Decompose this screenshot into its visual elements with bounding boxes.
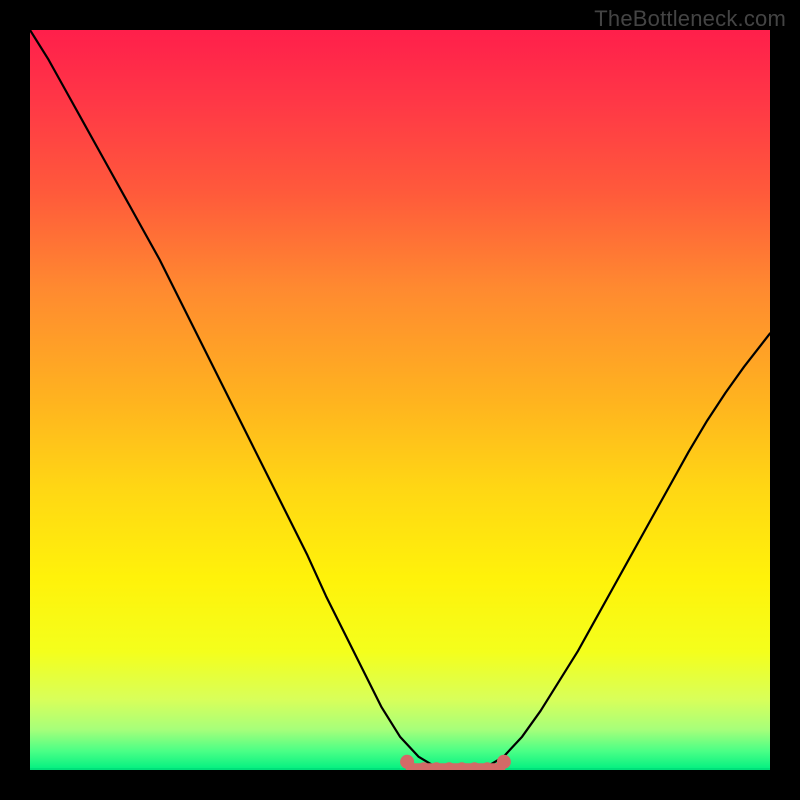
- plot-area: [30, 30, 770, 770]
- chart-frame: TheBottleneck.com: [0, 0, 800, 800]
- background-gradient: [30, 30, 770, 770]
- watermark-text: TheBottleneck.com: [594, 6, 786, 32]
